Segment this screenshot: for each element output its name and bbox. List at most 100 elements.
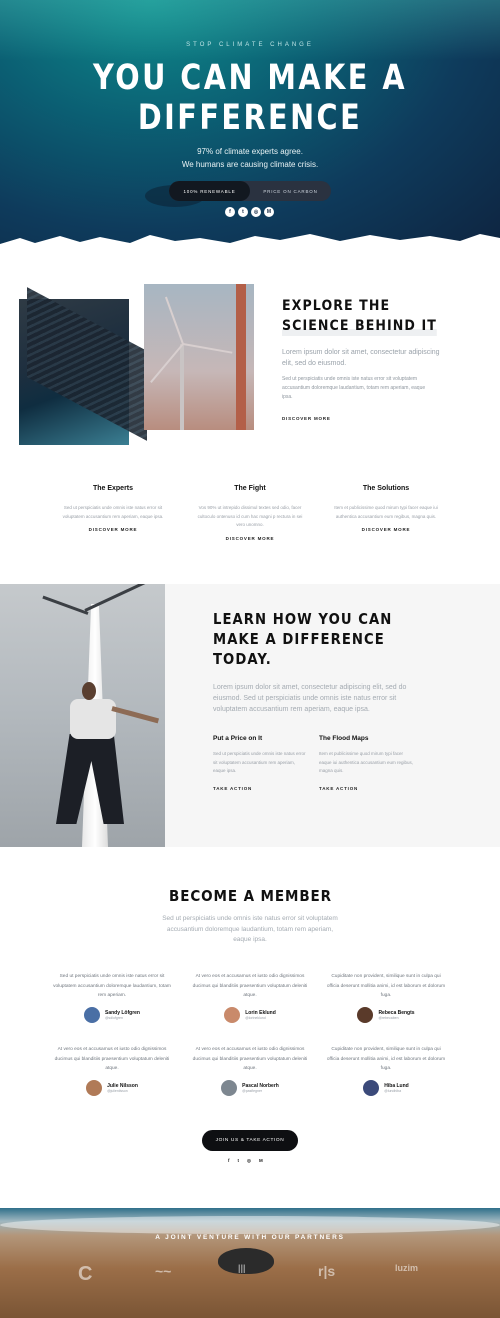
take-action-link[interactable]: TAKE ACTION	[319, 786, 414, 791]
toggle-renewable[interactable]: 100% RENEWABLE	[169, 181, 250, 201]
partners-kicker: A JOINT VENTURE WITH OUR PARTNERS	[155, 1234, 345, 1241]
testimonial-quote: At vero eos et accusamus et iusto odio d…	[192, 974, 308, 998]
testimonial: At vero eos et accusamus et iusto odio d…	[190, 972, 310, 1023]
learn-title-line2: MAKE A DIFFERENCE	[213, 630, 385, 648]
testimonial-name: Julie Nilsson	[107, 1082, 138, 1089]
testimonial-name: Lorin Eklund	[245, 1009, 276, 1016]
twitter-icon[interactable]: t	[238, 1158, 240, 1164]
water-shimmer	[0, 0, 500, 60]
member-title-text: BECOME A MEMBER	[168, 887, 332, 905]
join-button[interactable]: JOIN US & TAKE ACTION	[202, 1130, 298, 1151]
avatar	[224, 1006, 241, 1023]
testimonial: Cupiditate non provident, similique sunt…	[326, 1045, 446, 1096]
hero-title-line1: YOU CAN MAKE A	[92, 58, 408, 98]
hero-title-line2: DIFFERENCE	[137, 98, 363, 138]
partner-logo[interactable]: ~~	[155, 1263, 171, 1279]
hero-toggle: 100% RENEWABLE PRICE ON CARBON	[169, 181, 331, 201]
hero-sub-line1: 97% of climate experts agree.	[197, 147, 303, 156]
hero-socials: f t ◎ M	[225, 207, 274, 217]
testimonial-handle: @sdlofgren	[104, 1015, 123, 1020]
solar-panel-image	[19, 287, 147, 445]
take-action-link[interactable]: TAKE ACTION	[213, 786, 308, 791]
testimonial-handle: @lorineklund	[245, 1015, 266, 1020]
twitter-icon[interactable]: t	[238, 207, 248, 217]
learn-col-flood: The Flood Maps Item et publicissime quod…	[319, 735, 414, 791]
explore-body: Sed ut perspiciatis unde omnis iste natu…	[282, 376, 426, 400]
learn-col-title: The Flood Maps	[319, 735, 369, 742]
toggle-carbon[interactable]: PRICE ON CARBON	[250, 181, 331, 201]
testimonial-handle: @lundhiba	[384, 1088, 402, 1093]
member-lead: Sed ut perspiciatis unde omnis iste natu…	[162, 915, 338, 943]
facebook-icon[interactable]: f	[225, 207, 235, 217]
discover-more-link[interactable]: DISCOVER MORE	[282, 416, 331, 421]
feature-fight: The Fight Vos 90% ut intrepido dissimul …	[195, 485, 305, 541]
feature-link[interactable]: DISCOVER MORE	[331, 527, 441, 532]
explore-title-line2: SCIENCE BEHIND IT	[282, 316, 437, 336]
wind-turbine-image	[144, 284, 254, 430]
facebook-icon[interactable]: f	[228, 1158, 230, 1164]
testimonial: At vero eos et accusamus et iusto odio d…	[190, 1045, 310, 1096]
man-at-turbine-image	[0, 584, 165, 847]
feature-link[interactable]: DISCOVER MORE	[58, 527, 168, 532]
testimonial-handle: @rebecaben	[378, 1015, 399, 1020]
learn-lead: Lorem ipsum dolor sit amet, consectetur …	[213, 684, 407, 713]
hero-kicker: STOP CLIMATE CHANGE	[186, 42, 314, 48]
hero-title: YOU CAN MAKE A DIFFERENCE	[45, 58, 455, 138]
learn-col-title: Put a Price on It	[213, 735, 263, 742]
testimonial: Sed ut perspiciatis unde omnis iste natu…	[52, 972, 172, 1023]
torn-edge	[0, 234, 500, 250]
testimonial-name: Rebeca Bengts	[378, 1009, 415, 1016]
feature-title: The Solutions	[362, 485, 410, 492]
instagram-icon[interactable]: ◎	[247, 1158, 251, 1164]
wave-foam	[0, 1216, 500, 1234]
avatar	[363, 1079, 380, 1096]
feature-solutions: The Solutions Item et publicissime quod …	[331, 485, 441, 532]
instagram-icon[interactable]: ◎	[251, 207, 261, 217]
medium-icon[interactable]: M	[259, 1158, 263, 1164]
testimonial: At vero eos et accusamus et iusto odio d…	[52, 1045, 172, 1096]
explore-title-line1: EXPLORE THE	[282, 298, 391, 314]
feature-link[interactable]: DISCOVER MORE	[195, 536, 305, 541]
learn-col-price: Put a Price on It Sed ut perspiciatis un…	[213, 735, 308, 791]
partner-logo[interactable]: r|s	[318, 1263, 335, 1279]
medium-icon[interactable]: M	[264, 207, 274, 217]
avatar	[357, 1006, 374, 1023]
partners-section: A JOINT VENTURE WITH OUR PARTNERS C ~~ |…	[0, 1208, 500, 1318]
testimonial-handle: @pasflegner	[242, 1088, 263, 1093]
testimonial-quote: At vero eos et accusamus et iusto odio d…	[192, 1047, 308, 1071]
hero-section: STOP CLIMATE CHANGE YOU CAN MAKE A DIFFE…	[0, 0, 500, 250]
testimonial: Cupiditate non provident, similique sunt…	[326, 972, 446, 1023]
feature-experts: The Experts Sed ut perspiciatis unde omn…	[58, 485, 168, 532]
learn-title-line3: TODAY.	[213, 650, 272, 668]
learn-title: LEARN HOW YOU CAN MAKE A DIFFERENCE TODA…	[213, 609, 392, 669]
hero-sub-line2: We humans are causing climate crisis.	[181, 160, 319, 169]
feature-text: Item et publicissime quod mirum typi fac…	[334, 505, 438, 519]
partner-logo[interactable]: C	[78, 1263, 92, 1286]
testimonial-handle: @julienilsson	[107, 1088, 128, 1093]
testimonial-name: Sandy Löfgren	[104, 1009, 140, 1016]
feature-title: The Experts	[92, 485, 134, 492]
learn-col-text: Item et publicissime quod mirum typi fac…	[319, 751, 414, 773]
explore-title: EXPLORE THE SCIENCE BEHIND IT	[282, 296, 437, 336]
learn-col-text: Sed ut perspiciatis unde omnis iste natu…	[213, 751, 306, 773]
feature-text: Vos 90% ut intrepido dissimul textes sed…	[197, 505, 303, 527]
partner-logos: C ~~ ||| r|s luzim	[0, 1263, 500, 1293]
partner-logo[interactable]: luzim	[395, 1263, 418, 1273]
avatar	[86, 1079, 103, 1096]
learn-title-line1: LEARN HOW YOU CAN	[213, 610, 393, 628]
testimonial-name: Pascal Norberh	[242, 1082, 279, 1089]
avatar	[83, 1006, 100, 1023]
testimonial-quote: Cupiditate non provident, similique sunt…	[326, 974, 446, 998]
testimonial-quote: At vero eos et accusamus et iusto odio d…	[54, 1047, 170, 1071]
partner-logo[interactable]: |||	[238, 1263, 246, 1273]
testimonial-name: Hiba Lund	[384, 1082, 409, 1089]
member-title: BECOME A MEMBER	[0, 887, 500, 905]
explore-lead: Lorem ipsum dolor sit amet, consectetur …	[282, 349, 440, 367]
avatar	[221, 1079, 238, 1096]
testimonial-quote: Cupiditate non provident, similique sunt…	[326, 1047, 446, 1071]
feature-text: Sed ut perspiciatis unde omnis iste natu…	[62, 505, 164, 519]
feature-title: The Fight	[234, 485, 266, 492]
hero-subtitle: 97% of climate experts agree. We humans …	[0, 145, 500, 171]
footer-socials: f t ◎ M	[228, 1158, 263, 1164]
testimonial-quote: Sed ut perspiciatis unde omnis iste natu…	[53, 974, 171, 998]
